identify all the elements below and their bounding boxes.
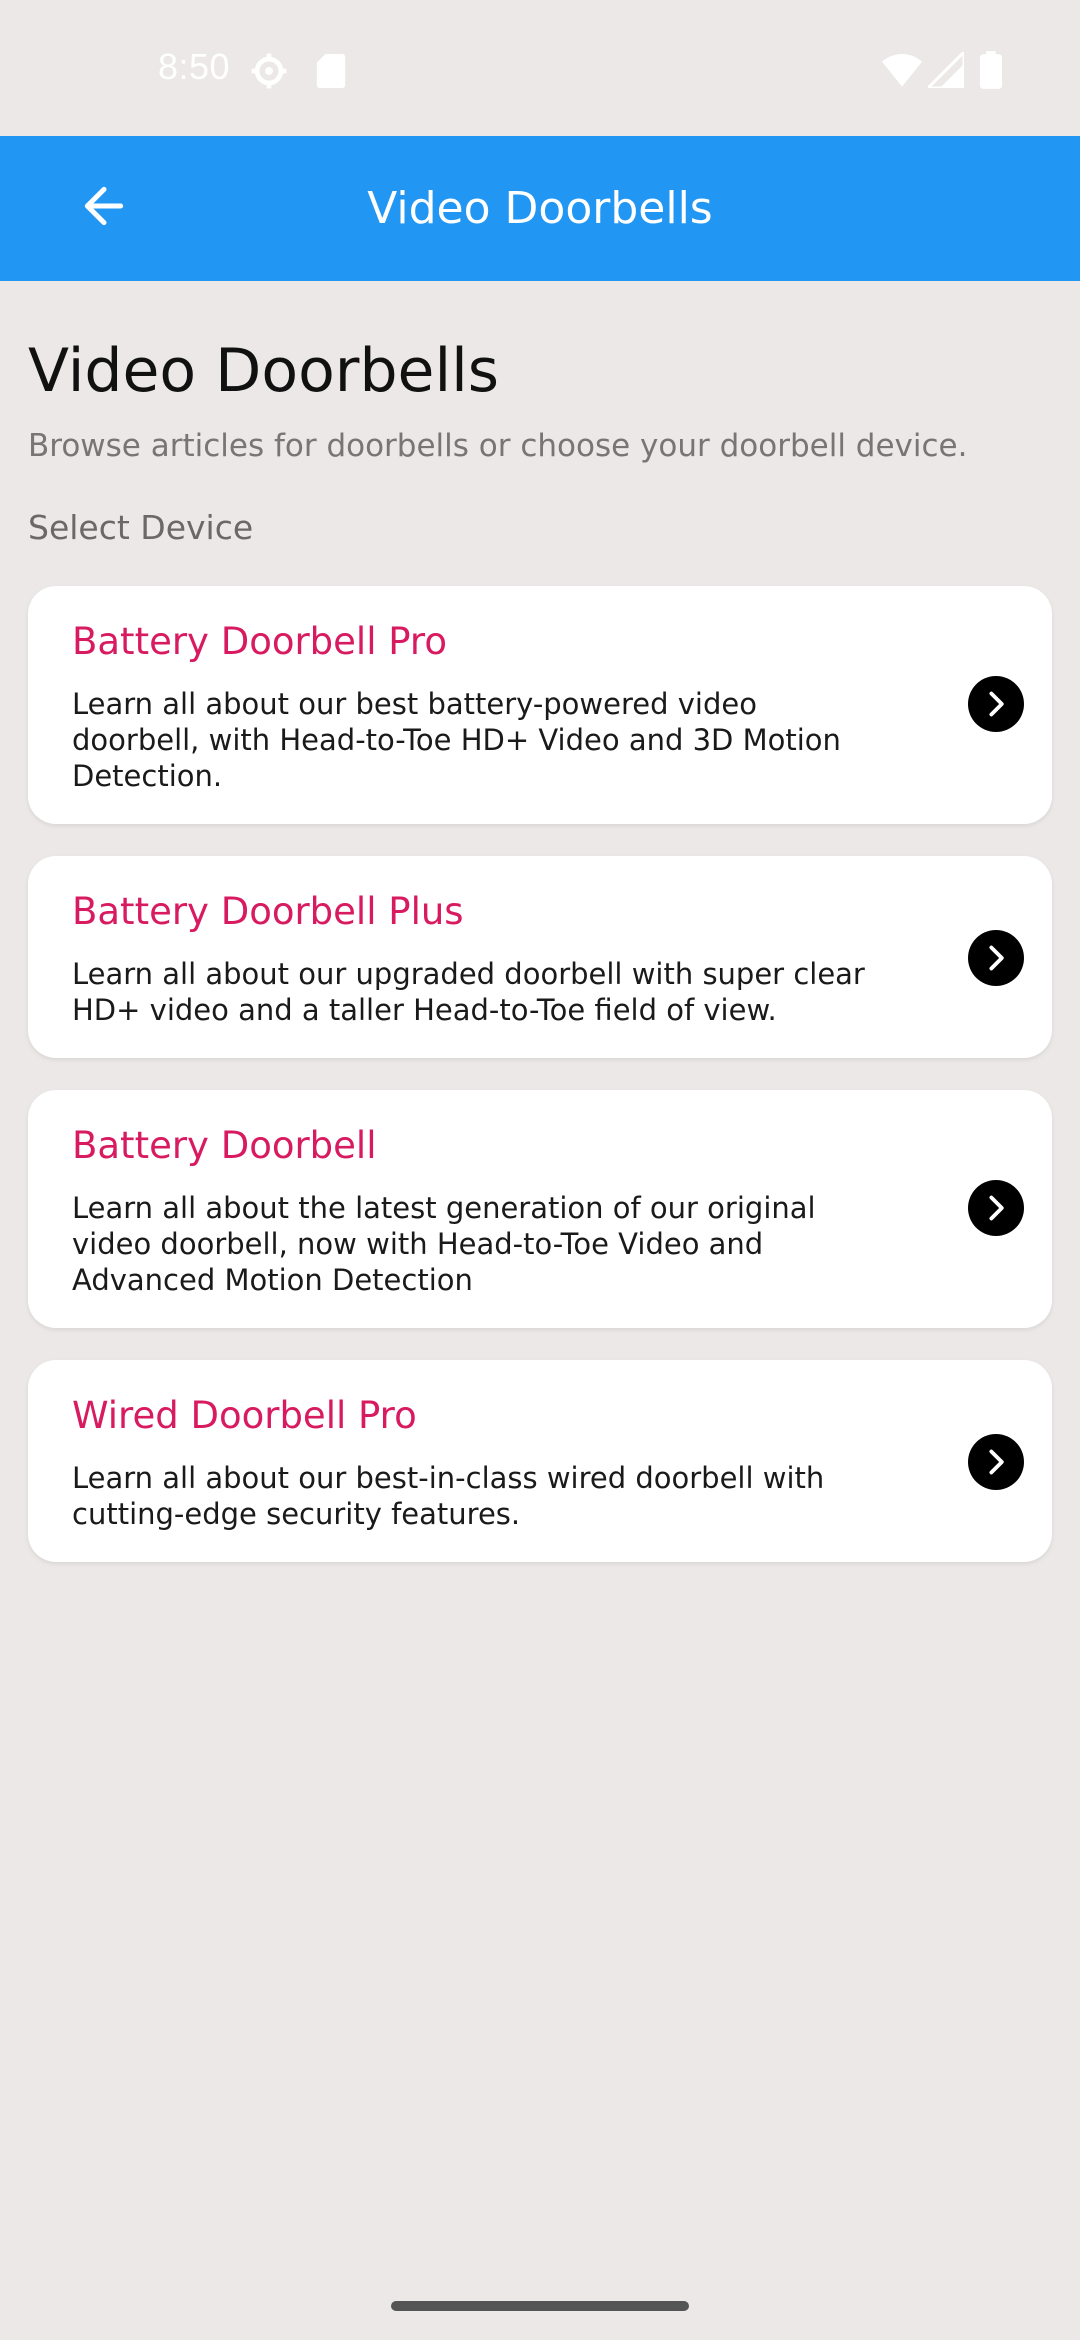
- device-card-title: Battery Doorbell: [72, 1124, 377, 1167]
- device-card-title: Battery Doorbell Pro: [72, 620, 447, 663]
- device-card-battery-doorbell-plus[interactable]: Battery Doorbell Plus Learn all about ou…: [28, 856, 1052, 1058]
- page-subtitle: Browse articles for doorbells or choose …: [28, 428, 968, 464]
- battery-icon: [980, 50, 1002, 94]
- arrow-left-icon: [79, 181, 129, 235]
- chevron-right-icon[interactable]: [968, 1180, 1024, 1236]
- device-card-description: Learn all about the latest generation of…: [72, 1191, 816, 1297]
- home-indicator[interactable]: [391, 2301, 689, 2311]
- device-card-title: Wired Doorbell Pro: [72, 1394, 417, 1437]
- status-bar: 8:50: [0, 0, 1080, 136]
- chevron-right-icon[interactable]: [968, 930, 1024, 986]
- device-card-description: Learn all about our best battery-powered…: [72, 687, 841, 793]
- wifi-icon: [882, 52, 922, 92]
- device-card-title: Battery Doorbell Plus: [72, 890, 464, 933]
- app-bar-title: Video Doorbells: [367, 183, 713, 234]
- select-device-label: Select Device: [28, 508, 254, 547]
- device-card-description: Learn all about our best-in-class wired …: [72, 1461, 825, 1531]
- device-card-wired-doorbell-pro[interactable]: Wired Doorbell Pro Learn all about our b…: [28, 1360, 1052, 1562]
- sd-card-icon: [316, 54, 346, 92]
- app-bar: Video Doorbells: [0, 136, 1080, 281]
- settings-icon: [250, 52, 288, 94]
- device-card-battery-doorbell-pro[interactable]: Battery Doorbell Pro Learn all about our…: [28, 586, 1052, 824]
- status-time: 8:50: [158, 46, 231, 87]
- cellular-signal-icon: [924, 48, 966, 92]
- page-title: Video Doorbells: [28, 336, 500, 406]
- chevron-right-icon[interactable]: [968, 1434, 1024, 1490]
- device-card-battery-doorbell[interactable]: Battery Doorbell Learn all about the lat…: [28, 1090, 1052, 1328]
- device-card-description: Learn all about our upgraded doorbell wi…: [72, 957, 865, 1027]
- back-button[interactable]: [60, 164, 148, 252]
- chevron-right-icon[interactable]: [968, 676, 1024, 732]
